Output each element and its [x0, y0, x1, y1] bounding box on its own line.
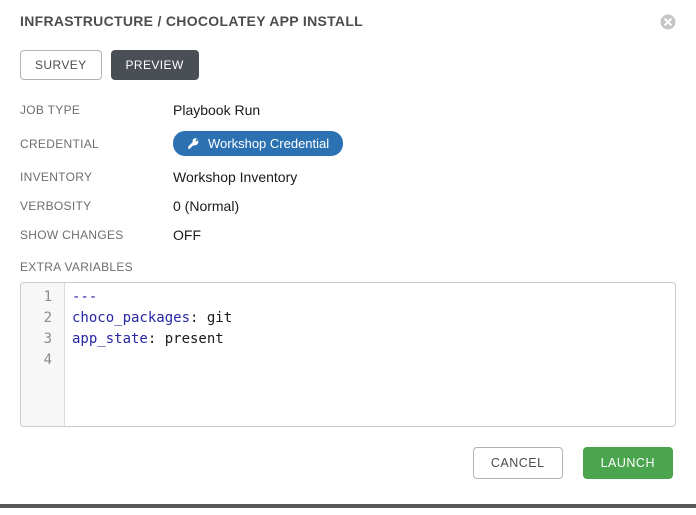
- line-number: 1: [21, 287, 52, 308]
- detail-row-inventory: INVENTORY Workshop Inventory: [20, 169, 676, 185]
- editor-code-area[interactable]: --- choco_packages: git app_state: prese…: [65, 283, 675, 426]
- dialog-header: INFRASTRUCTURE / CHOCOLATEY APP INSTALL: [20, 13, 676, 30]
- detail-row-credential: CREDENTIAL Workshop Credential: [20, 131, 676, 156]
- tab-bar: SURVEY PREVIEW: [20, 50, 676, 80]
- tab-preview[interactable]: PREVIEW: [111, 50, 199, 80]
- launch-button[interactable]: LAUNCH: [583, 447, 673, 479]
- job-type-value: Playbook Run: [173, 102, 260, 118]
- job-type-label: JOB TYPE: [20, 103, 173, 117]
- cancel-button[interactable]: CANCEL: [473, 447, 563, 479]
- verbosity-label: VERBOSITY: [20, 199, 173, 213]
- yaml-key: choco_packages: [72, 310, 190, 326]
- detail-row-verbosity: VERBOSITY 0 (Normal): [20, 198, 676, 214]
- dialog-footer: CANCEL LAUNCH: [20, 447, 676, 479]
- line-number: 4: [21, 350, 52, 371]
- show-changes-label: SHOW CHANGES: [20, 228, 173, 242]
- inventory-label: INVENTORY: [20, 170, 173, 184]
- detail-row-job-type: JOB TYPE Playbook Run: [20, 102, 676, 118]
- key-icon: [187, 137, 200, 150]
- circle-x-icon: [660, 14, 676, 30]
- extra-variables-label: EXTRA VARIABLES: [20, 260, 676, 274]
- verbosity-value: 0 (Normal): [173, 198, 239, 214]
- code-line-4: [72, 350, 675, 371]
- editor-line-number-gutter: 1 2 3 4: [21, 283, 65, 426]
- code-line-1: ---: [72, 287, 675, 308]
- window-bottom-edge: [0, 504, 696, 508]
- line-number: 2: [21, 308, 52, 329]
- yaml-value: : present: [148, 331, 224, 347]
- credential-badge[interactable]: Workshop Credential: [173, 131, 343, 156]
- code-line-2: choco_packages: git: [72, 308, 675, 329]
- line-number: 3: [21, 329, 52, 350]
- extra-variables-editor[interactable]: 1 2 3 4 --- choco_packages: git app_stat…: [20, 282, 676, 427]
- detail-row-show-changes: SHOW CHANGES OFF: [20, 227, 676, 243]
- job-details: JOB TYPE Playbook Run CREDENTIAL Worksho…: [20, 102, 676, 243]
- yaml-value: : git: [190, 310, 232, 326]
- credential-label: CREDENTIAL: [20, 137, 173, 151]
- yaml-key: app_state: [72, 331, 148, 347]
- tab-survey[interactable]: SURVEY: [20, 50, 102, 80]
- credential-badge-label: Workshop Credential: [208, 136, 329, 151]
- launch-prompt-dialog: INFRASTRUCTURE / CHOCOLATEY APP INSTALL …: [0, 0, 696, 479]
- yaml-doc-start: ---: [72, 289, 97, 305]
- close-button[interactable]: [660, 14, 676, 30]
- dialog-title: INFRASTRUCTURE / CHOCOLATEY APP INSTALL: [20, 13, 363, 29]
- code-line-3: app_state: present: [72, 329, 675, 350]
- show-changes-value: OFF: [173, 227, 201, 243]
- inventory-value: Workshop Inventory: [173, 169, 297, 185]
